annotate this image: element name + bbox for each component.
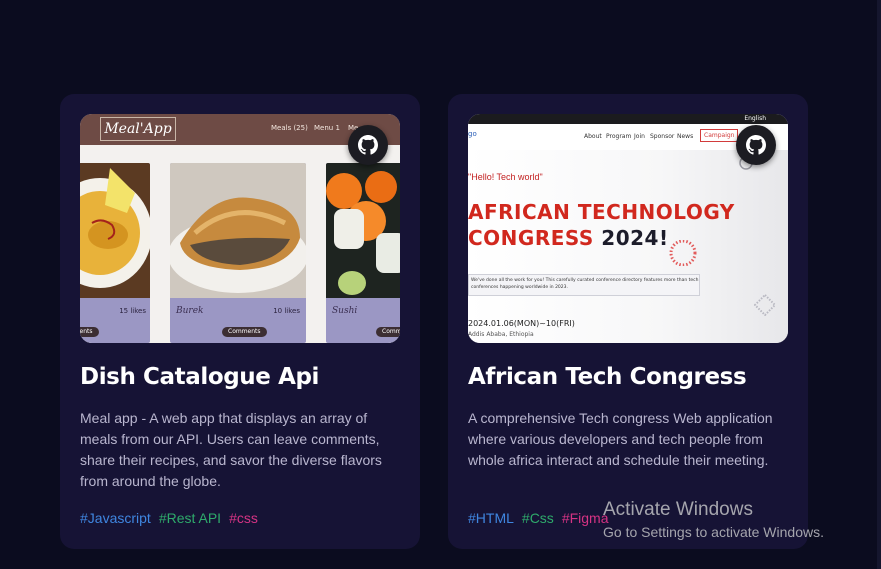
conf-nav-campaign: Campaign xyxy=(700,129,739,142)
meal-card: Sushi Comm xyxy=(326,163,400,343)
burek-image xyxy=(170,163,306,298)
conf-nav-item: About xyxy=(584,133,602,140)
tag: #Rest API xyxy=(158,510,222,526)
card-title: Dish Catalogue Api xyxy=(80,364,320,390)
soup-image xyxy=(80,163,150,298)
tag: #css xyxy=(229,510,258,526)
card-description: A comprehensive Tech congress Web applic… xyxy=(468,410,773,468)
meal-comments-button: Comments xyxy=(222,327,267,337)
activate-windows-title: Activate Windows xyxy=(603,499,753,520)
project-card-dish-catalogue: Meal'App Meals (25) Menu 1 Me 15 likes C… xyxy=(60,94,420,549)
github-link-button[interactable] xyxy=(348,125,388,165)
scrollbar-track[interactable] xyxy=(877,0,881,569)
dots-decoration-icon xyxy=(669,240,697,266)
conf-brand: go xyxy=(468,130,477,138)
diamond-decoration-icon xyxy=(754,294,776,316)
github-icon xyxy=(358,135,378,155)
tag: #Javascript xyxy=(80,510,151,526)
meal-likes: 10 likes xyxy=(273,307,300,315)
conf-nav-item: Sponsor xyxy=(650,133,675,140)
github-link-button[interactable] xyxy=(736,125,776,165)
meal-likes: 15 likes xyxy=(119,307,146,315)
meal-nav-item: Meals (25) xyxy=(271,124,308,132)
meal-comments-button: Comm xyxy=(376,327,400,337)
meal-card: Burek 10 likes Comments xyxy=(170,163,306,343)
conf-headline-1: AFRICAN TECHNOLOGY xyxy=(468,200,735,224)
meal-name: Burek xyxy=(176,306,204,316)
meal-nav-item: Menu 1 xyxy=(314,124,340,132)
tag: #Css xyxy=(521,510,554,526)
meal-app-logo: Meal'App xyxy=(100,117,176,141)
conf-headline-2b: 2024! xyxy=(601,226,669,250)
language-link: English xyxy=(744,115,766,122)
project-card-african-tech-congress: English go About Program Join Sponsor Ne… xyxy=(448,94,808,549)
conf-headline-2: CONGRESS 2024! xyxy=(468,226,669,250)
conf-nav-item: News xyxy=(677,133,694,140)
project-screenshot[interactable]: English go About Program Join Sponsor Ne… xyxy=(468,114,788,343)
conf-headline-2a: CONGRESS xyxy=(468,226,594,250)
conf-note-text: We've done all the work for you! This ca… xyxy=(471,278,699,290)
conf-location: Addis Ababa, Ethiopia xyxy=(468,331,534,338)
github-icon xyxy=(746,135,766,155)
card-description: Meal app - A web app that displays an ar… xyxy=(80,410,382,489)
conf-topbar: English xyxy=(468,114,788,124)
card-title: African Tech Congress xyxy=(468,364,747,390)
conf-nav-item: Program xyxy=(606,133,632,140)
conf-date: 2024.01.06(MON)~10(FRI) xyxy=(468,319,575,328)
project-screenshot[interactable]: Meal'App Meals (25) Menu 1 Me 15 likes C… xyxy=(80,114,400,343)
meal-app-body: 15 likes Comments Burek 10 likes Comment… xyxy=(80,145,400,343)
meal-comments-button: Comments xyxy=(80,327,99,337)
conf-hero: "Hello! Tech world" AFRICAN TECHNOLOGY C… xyxy=(468,150,788,343)
tag: #Figma xyxy=(561,510,609,526)
conf-note-box: We've done all the work for you! This ca… xyxy=(468,274,700,296)
meal-card: 15 likes Comments xyxy=(80,163,150,343)
conf-nav-item: Join xyxy=(634,133,645,140)
tag: #HTML xyxy=(468,510,514,526)
sushi-image xyxy=(326,163,400,298)
meal-name: Sushi xyxy=(332,306,358,316)
tag-list: #Javascript #Rest API #css xyxy=(80,510,258,526)
activate-windows-subtitle: Go to Settings to activate Windows. xyxy=(603,524,824,540)
conf-hello: "Hello! Tech world" xyxy=(468,172,543,182)
tag-list: #HTML #Css #Figma xyxy=(468,510,609,526)
